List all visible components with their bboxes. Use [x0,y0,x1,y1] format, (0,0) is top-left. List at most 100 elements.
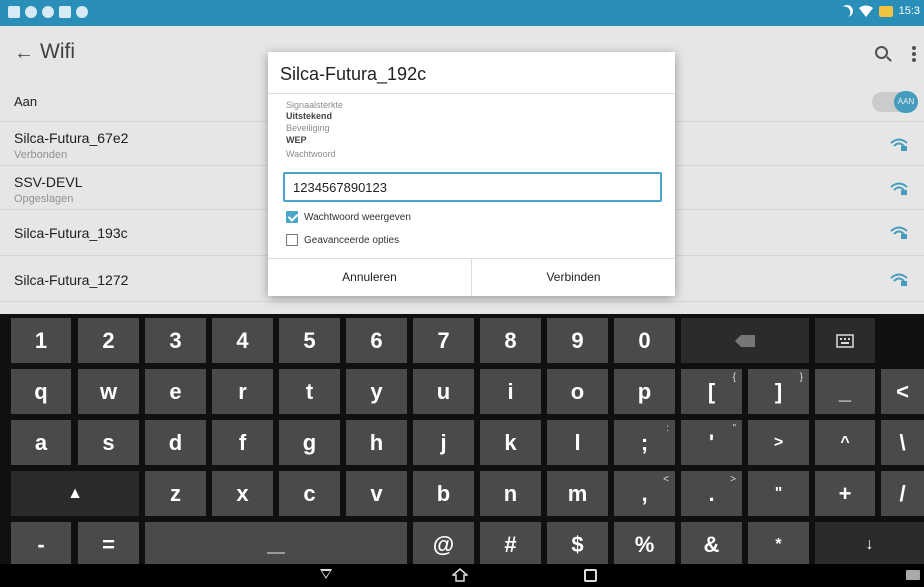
key[interactable]: g [279,420,340,465]
key-alt-label: : [666,423,669,434]
wifi-signal-icon [858,5,873,17]
advanced-options-label: Geavanceerde opties [304,235,400,246]
key-alt-label: < [663,474,669,485]
key[interactable]: 6 [346,318,407,363]
enter-key[interactable]: ↓ [815,522,924,567]
key-close-bracket[interactable]: ]} [748,369,809,414]
sync-notification-icon [42,6,54,18]
divider [268,93,675,94]
key[interactable]: \ [881,420,924,465]
key[interactable]: = [78,522,139,567]
key[interactable]: % [614,522,675,567]
key[interactable]: 3 [145,318,206,363]
keyboard-switch-icon[interactable] [906,570,920,580]
key[interactable]: a [11,420,71,465]
settings-notification-icon [25,6,37,18]
connect-button[interactable]: Verbinden [472,259,675,296]
key[interactable]: e [145,369,206,414]
keyboard-icon [836,333,854,348]
key-open-bracket[interactable]: [{ [681,369,742,414]
key[interactable]: ^ [815,420,875,465]
key[interactable]: w [78,369,139,414]
key[interactable]: # [480,522,541,567]
key[interactable]: 5 [279,318,340,363]
space-key[interactable] [145,522,407,567]
shift-key[interactable]: ▲ [11,471,139,516]
security-value: WEP [286,135,307,145]
key-label: ' [708,429,715,455]
key[interactable]: 2 [78,318,139,363]
key[interactable]: $ [547,522,608,567]
notification-icons [8,6,88,18]
advanced-options-checkbox[interactable] [286,234,298,246]
back-icon[interactable] [320,569,332,579]
key[interactable]: v [346,471,407,516]
key[interactable]: 4 [212,318,273,363]
key[interactable]: s [78,420,139,465]
key[interactable]: i [480,369,541,414]
key[interactable]: t [279,369,340,414]
key[interactable]: - [11,522,71,567]
key[interactable]: < [881,369,924,414]
key[interactable]: x [212,471,273,516]
key-semicolon[interactable]: ;: [614,420,675,465]
key-alt-label: > [730,474,736,485]
gallery-notification-icon [8,6,20,18]
key[interactable]: @ [413,522,474,567]
key[interactable]: z [145,471,206,516]
recent-apps-icon[interactable] [584,569,597,582]
key[interactable]: l [547,420,608,465]
backspace-key[interactable] [681,318,809,363]
key[interactable]: n [480,471,541,516]
key[interactable]: d [145,420,206,465]
key[interactable]: + [815,471,875,516]
key[interactable]: p [614,369,675,414]
backspace-icon [735,334,755,347]
key[interactable]: " [748,471,809,516]
space-bar-icon [267,551,285,554]
key[interactable]: / [881,471,924,516]
home-icon[interactable] [452,568,468,582]
key-apostrophe[interactable]: ' " [681,420,742,465]
moon-notification-icon [76,6,88,18]
key[interactable]: y [346,369,407,414]
password-label: Wachtwoord [286,149,336,159]
show-password-checkbox[interactable] [286,211,298,223]
key-label: ] [774,378,783,404]
key[interactable]: q [11,369,71,414]
key[interactable]: r [212,369,273,414]
key[interactable]: f [212,420,273,465]
key-alt-label: { [732,372,736,383]
key-label: ; [640,429,649,455]
key[interactable]: 8 [480,318,541,363]
key-label: . [708,480,715,506]
password-input[interactable]: 1234567890123 [283,172,662,202]
mail-notification-icon [59,6,71,18]
key[interactable]: & [681,522,742,567]
key[interactable]: 7 [413,318,474,363]
key[interactable]: h [346,420,407,465]
key-alt-label: " [732,423,736,434]
key[interactable]: u [413,369,474,414]
key[interactable]: 9 [547,318,608,363]
key[interactable]: k [480,420,541,465]
key[interactable]: * [748,522,809,567]
navigation-bar [0,564,924,587]
key[interactable]: 0 [614,318,675,363]
key[interactable]: j [413,420,474,465]
keyboard-settings-key[interactable] [815,318,875,363]
key[interactable]: o [547,369,608,414]
on-screen-keyboard: 1 2 3 4 5 6 7 8 9 0 q w e r t y u i o p … [0,314,924,567]
dialog-title: Silca-Futura_192c [280,64,427,84]
key-comma[interactable]: , < [614,471,675,516]
cancel-button[interactable]: Annuleren [268,259,471,296]
key[interactable]: m [547,471,608,516]
key[interactable]: _ [815,369,875,414]
signal-strength-label: Signaalsterkte [286,100,344,110]
key[interactable]: > [748,420,809,465]
key[interactable]: 1 [11,318,71,363]
key-label: [ [707,378,716,404]
key[interactable]: c [279,471,340,516]
key-period[interactable]: . > [681,471,742,516]
key[interactable]: b [413,471,474,516]
